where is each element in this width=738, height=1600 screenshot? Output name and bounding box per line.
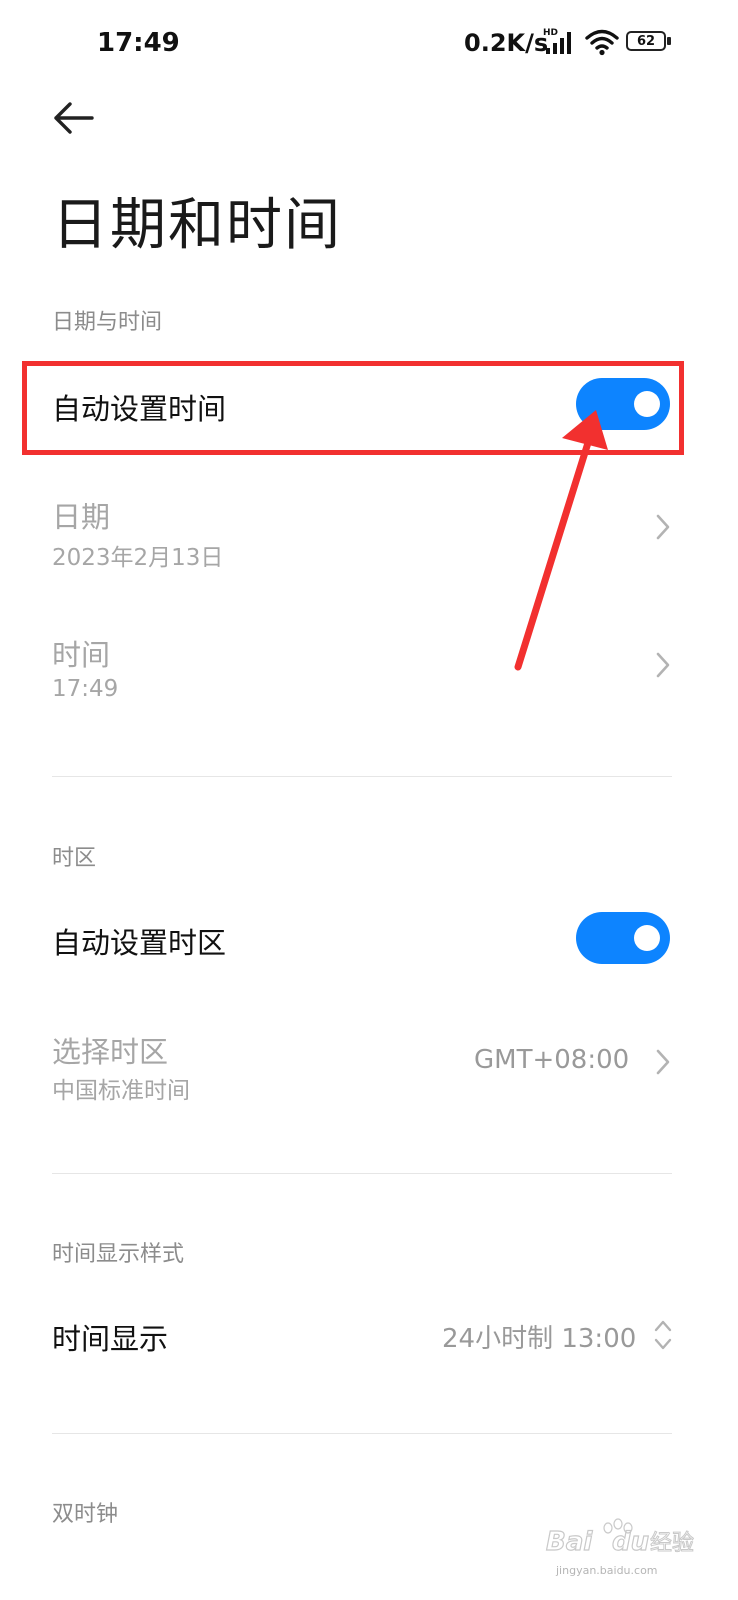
time-display-value: 24小时制 13:00 (442, 1324, 637, 1354)
row-label: 时间显示 (52, 1322, 169, 1356)
row-time[interactable]: 时间 17:49 (0, 626, 738, 716)
row-time-display[interactable]: 时间显示 24小时制 13:00 (0, 1296, 738, 1376)
section-heading-time-format: 时间显示样式 (52, 1242, 185, 1267)
row-auto-set-timezone[interactable]: 自动设置时区 (0, 894, 738, 986)
wifi-icon (585, 29, 619, 56)
divider (52, 1173, 672, 1174)
network-speed: 0.2K/s (464, 29, 549, 57)
row-value: 2023年2月13日 (52, 545, 224, 571)
battery-icon: 62 (626, 31, 674, 55)
annotation-arrow (514, 410, 608, 671)
divider (52, 776, 672, 777)
annotation-highlight-box (22, 361, 684, 455)
section-heading-dual-clock: 双时钟 (52, 1502, 119, 1527)
timezone-value: GMT+08:00 (474, 1045, 630, 1075)
row-date[interactable]: 日期 2023年2月13日 (0, 488, 738, 578)
auto-set-timezone-toggle[interactable] (576, 912, 670, 964)
chevron-right-icon (656, 1049, 670, 1075)
svg-text:Bai: Bai (546, 1527, 593, 1557)
chevron-right-icon (656, 514, 670, 540)
row-label: 选择时区 (52, 1035, 169, 1069)
battery-level: 62 (636, 33, 656, 49)
chevron-up-down-icon (654, 1320, 672, 1350)
arrow-left-icon[interactable] (48, 96, 104, 140)
signal-hd-badge: HD (543, 28, 558, 38)
row-label: 时间 (52, 638, 111, 672)
status-bar: 17:49 0.2K/s HD 62 (0, 0, 738, 90)
chevron-right-icon (656, 652, 670, 678)
section-heading-timezone: 时区 (52, 846, 97, 871)
row-label: 自动设置时区 (52, 926, 227, 960)
status-time: 17:49 (97, 28, 180, 58)
row-sub-label: 中国标准时间 (52, 1078, 190, 1104)
section-heading-date-time: 日期与时间 (52, 310, 163, 335)
divider (52, 1433, 672, 1434)
watermark-site-text: jingyan.baidu.com (556, 1564, 658, 1577)
page-title: 日期和时间 (52, 193, 342, 258)
baidu-jingyan-watermark-logo: Bai du 经验 (545, 1518, 695, 1558)
row-select-timezone[interactable]: 选择时区 中国标准时间 GMT+08:00 (0, 1025, 738, 1115)
svg-text:经验: 经验 (650, 1531, 694, 1556)
row-value: 17:49 (52, 676, 119, 702)
row-label: 日期 (52, 500, 111, 534)
signal-icon: HD (543, 28, 571, 54)
